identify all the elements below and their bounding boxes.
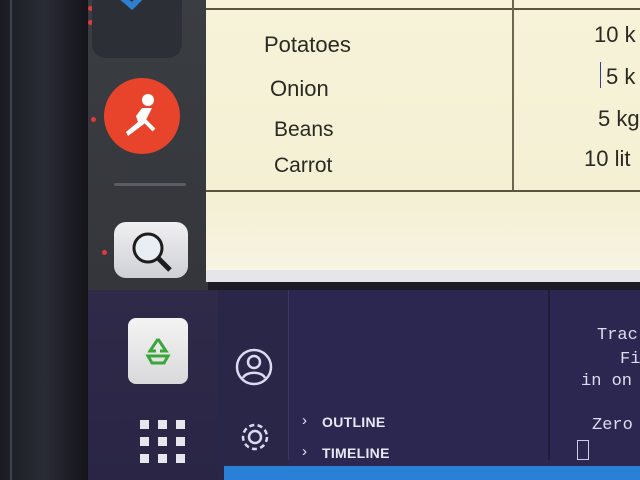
- table-border: [206, 8, 640, 10]
- cell-qty[interactable]: 5 kg: [598, 106, 640, 132]
- screen-bezel: [0, 0, 88, 480]
- running-indicator: [102, 250, 107, 255]
- cell-qty[interactable]: 5 k: [606, 64, 635, 90]
- terminal-cursor: [577, 440, 589, 460]
- panel-divider: [288, 290, 289, 460]
- dock-app-search[interactable]: [114, 222, 188, 278]
- terminal-line: in on: [581, 372, 633, 391]
- table-border: [206, 190, 640, 192]
- terminal-line: Zero: [592, 416, 633, 435]
- status-bar: [224, 466, 640, 480]
- chevron-right-icon: ›: [302, 443, 307, 460]
- section-timeline[interactable]: TIMELINE: [322, 445, 390, 461]
- cell-item[interactable]: Potatoes: [264, 32, 351, 58]
- terminal-line: Fi: [620, 350, 640, 369]
- text-cursor: [600, 62, 601, 88]
- panel-divider: [548, 290, 550, 460]
- account-icon[interactable]: [234, 347, 274, 387]
- chevron-right-icon: ›: [302, 412, 307, 429]
- dock-app-trash[interactable]: [128, 318, 188, 384]
- dock-app-vscode[interactable]: [92, 0, 182, 58]
- dock-app-postman[interactable]: [104, 78, 180, 154]
- sheet-gap: [206, 270, 640, 282]
- spreadsheet: Potatoes Onion Beans Carrot 10 k 5 k 5 k…: [206, 0, 640, 282]
- postman-icon: [126, 94, 156, 136]
- cell-qty[interactable]: 10 lit: [584, 146, 630, 172]
- running-indicator: [91, 117, 96, 122]
- column-divider: [512, 0, 514, 190]
- cell-item[interactable]: Beans: [274, 118, 334, 142]
- section-outline[interactable]: OUTLINE: [322, 414, 386, 430]
- gear-icon[interactable]: [236, 418, 274, 456]
- terminal-line: Trac: [597, 326, 638, 345]
- cell-qty[interactable]: 10 k: [594, 22, 636, 48]
- cell-item[interactable]: Carrot: [274, 154, 332, 178]
- dock-separator: [114, 183, 186, 186]
- vscode-icon: [120, 0, 143, 11]
- bezel-edge: [10, 0, 12, 480]
- recycle-icon: [145, 338, 171, 365]
- magnifier-icon: [132, 232, 172, 272]
- cell-item[interactable]: Onion: [270, 76, 329, 102]
- grid-icon[interactable]: [140, 420, 190, 466]
